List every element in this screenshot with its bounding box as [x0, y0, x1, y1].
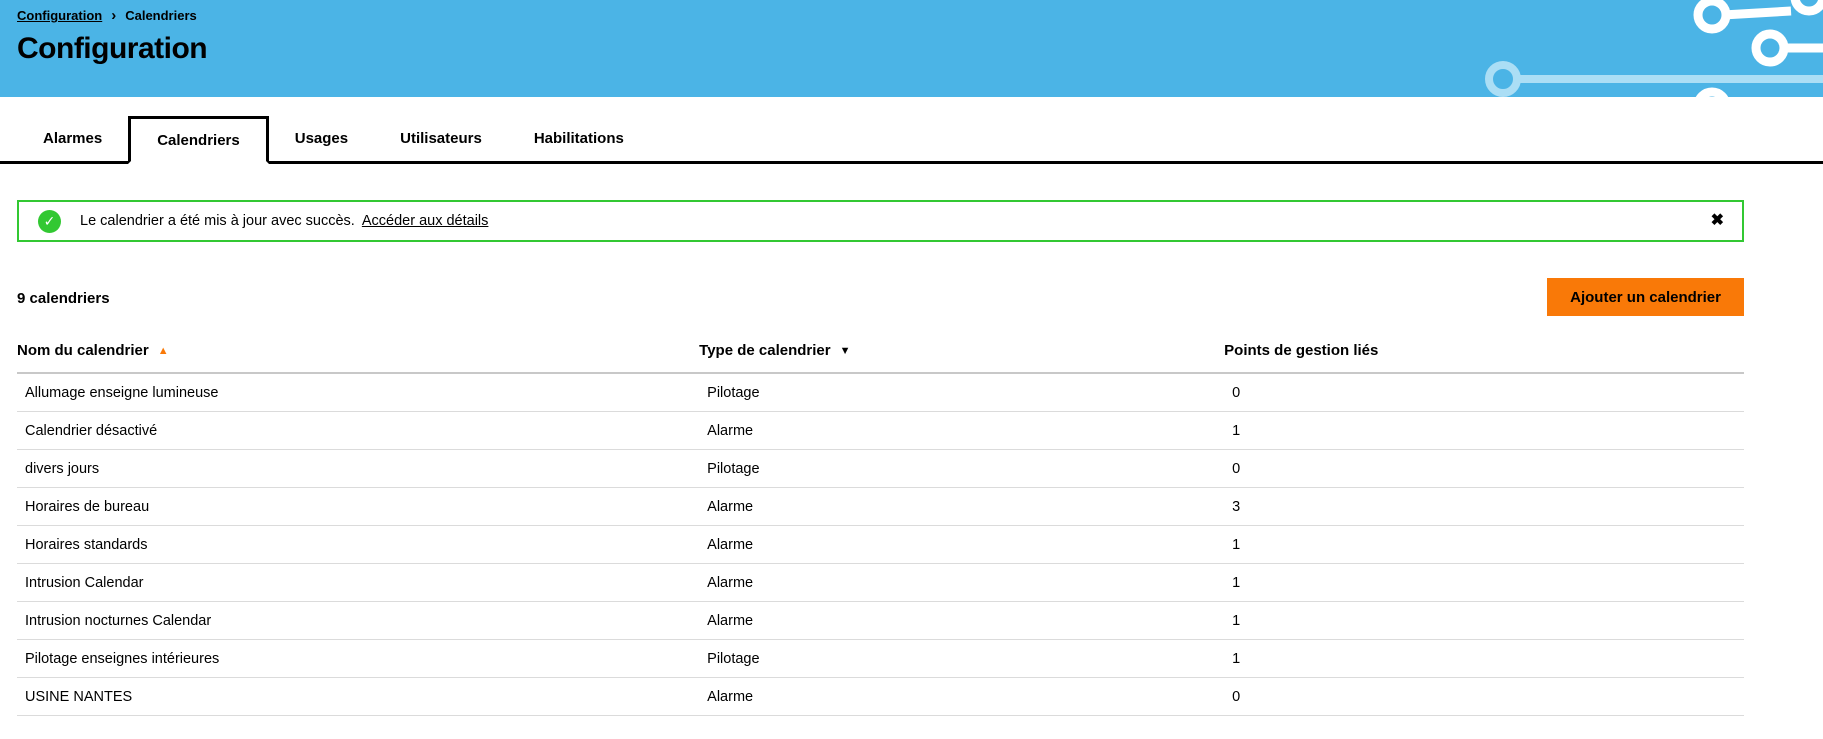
alert-details-link[interactable]: Accéder aux détails: [362, 213, 489, 229]
cell-calendar-name: Pilotage enseignes intérieures: [17, 640, 699, 678]
alert-message: Le calendrier a été mis à jour avec succ…: [80, 213, 488, 229]
cell-calendar-name: Intrusion nocturnes Calendar: [17, 602, 699, 640]
tab-bar: Alarmes Calendriers Usages Utilisateurs …: [0, 119, 1823, 164]
table-row[interactable]: Intrusion nocturnes Calendar Alarme 1: [17, 602, 1744, 640]
cell-calendar-type: Alarme: [699, 412, 1224, 450]
cell-calendar-type: Alarme: [699, 488, 1224, 526]
cell-calendar-name: USINE NANTES: [17, 678, 699, 716]
table-header-row: Nom du calendrier ▲ Type de calendrier ▼ P…: [17, 328, 1744, 373]
cell-calendar-type: Alarme: [699, 678, 1224, 716]
cell-calendar-type: Alarme: [699, 526, 1224, 564]
tab-label: Usages: [295, 130, 348, 147]
calendar-count: 9 calendriers: [17, 290, 110, 307]
main-content: ✓ Le calendrier a été mis à jour avec su…: [17, 200, 1744, 716]
table-row[interactable]: Pilotage enseignes intérieures Pilotage …: [17, 640, 1744, 678]
tab-label: Habilitations: [534, 130, 624, 147]
cell-calendar-type: Alarme: [699, 602, 1224, 640]
cell-points: 1: [1224, 526, 1744, 564]
cell-points: 0: [1224, 450, 1744, 488]
cell-points: 1: [1224, 602, 1744, 640]
tab-habilitations[interactable]: Habilitations: [508, 116, 650, 161]
cell-calendar-type: Pilotage: [699, 450, 1224, 488]
column-header-points-label: Points de gestion liés: [1224, 342, 1378, 359]
table-row[interactable]: divers jours Pilotage 0: [17, 450, 1744, 488]
breadcrumb-current: Calendriers: [125, 8, 197, 23]
table-row[interactable]: Intrusion Calendar Alarme 1: [17, 564, 1744, 602]
cell-points: 1: [1224, 412, 1744, 450]
cell-calendar-name: Horaires standards: [17, 526, 699, 564]
tab-utilisateurs[interactable]: Utilisateurs: [374, 116, 508, 161]
tab-calendriers[interactable]: Calendriers: [128, 116, 269, 164]
column-header-name[interactable]: Nom du calendrier ▲: [17, 328, 699, 373]
cell-points: 0: [1224, 678, 1744, 716]
cell-points: 1: [1224, 640, 1744, 678]
column-header-name-label: Nom du calendrier: [17, 342, 149, 359]
cell-calendar-type: Pilotage: [699, 373, 1224, 412]
tab-label: Calendriers: [157, 132, 240, 149]
close-icon[interactable]: ✖: [1709, 213, 1726, 229]
breadcrumb-chevron-icon: ›: [111, 7, 116, 24]
page-title: Configuration: [17, 33, 1823, 65]
cell-calendar-type: Alarme: [699, 564, 1224, 602]
column-header-type[interactable]: Type de calendrier ▼: [699, 328, 1224, 373]
table-row[interactable]: Horaires de bureau Alarme 3: [17, 488, 1744, 526]
cell-calendar-name: Intrusion Calendar: [17, 564, 699, 602]
alert-message-text: Le calendrier a été mis à jour avec succ…: [80, 213, 355, 229]
success-alert: ✓ Le calendrier a été mis à jour avec su…: [17, 200, 1744, 242]
cell-calendar-name: Allumage enseigne lumineuse: [17, 373, 699, 412]
breadcrumb: Configuration › Calendriers: [17, 7, 1823, 25]
success-check-icon: ✓: [38, 210, 61, 233]
cell-points: 1: [1224, 564, 1744, 602]
tab-label: Utilisateurs: [400, 130, 482, 147]
cell-calendar-name: divers jours: [17, 450, 699, 488]
tab-label: Alarmes: [43, 130, 102, 147]
table-row[interactable]: USINE NANTES Alarme 0: [17, 678, 1744, 716]
filter-dropdown-icon: ▼: [840, 345, 851, 357]
tab-usages[interactable]: Usages: [269, 116, 374, 161]
app-header: Configuration › Calendriers Configuration: [0, 0, 1823, 97]
sort-ascending-icon: ▲: [158, 345, 169, 357]
cell-calendar-type: Pilotage: [699, 640, 1224, 678]
table-row[interactable]: Calendrier désactivé Alarme 1: [17, 412, 1744, 450]
table-row[interactable]: Allumage enseigne lumineuse Pilotage 0: [17, 373, 1744, 412]
cell-points: 0: [1224, 373, 1744, 412]
toolbar: 9 calendriers Ajouter un calendrier: [17, 278, 1744, 316]
table-row[interactable]: Horaires standards Alarme 1: [17, 526, 1744, 564]
column-header-type-label: Type de calendrier: [699, 342, 830, 359]
cell-calendar-name: Horaires de bureau: [17, 488, 699, 526]
column-header-points: Points de gestion liés: [1224, 328, 1744, 373]
calendars-table: Nom du calendrier ▲ Type de calendrier ▼ P…: [17, 328, 1744, 716]
breadcrumb-link-configuration[interactable]: Configuration: [17, 8, 102, 23]
add-calendar-button[interactable]: Ajouter un calendrier: [1547, 278, 1744, 316]
tab-alarmes[interactable]: Alarmes: [17, 116, 128, 161]
cell-points: 3: [1224, 488, 1744, 526]
cell-calendar-name: Calendrier désactivé: [17, 412, 699, 450]
